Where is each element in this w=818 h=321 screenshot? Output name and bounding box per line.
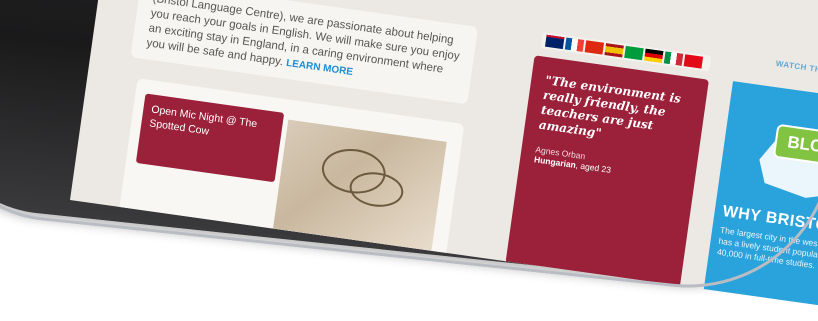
tablet-edge (0, 0, 818, 302)
